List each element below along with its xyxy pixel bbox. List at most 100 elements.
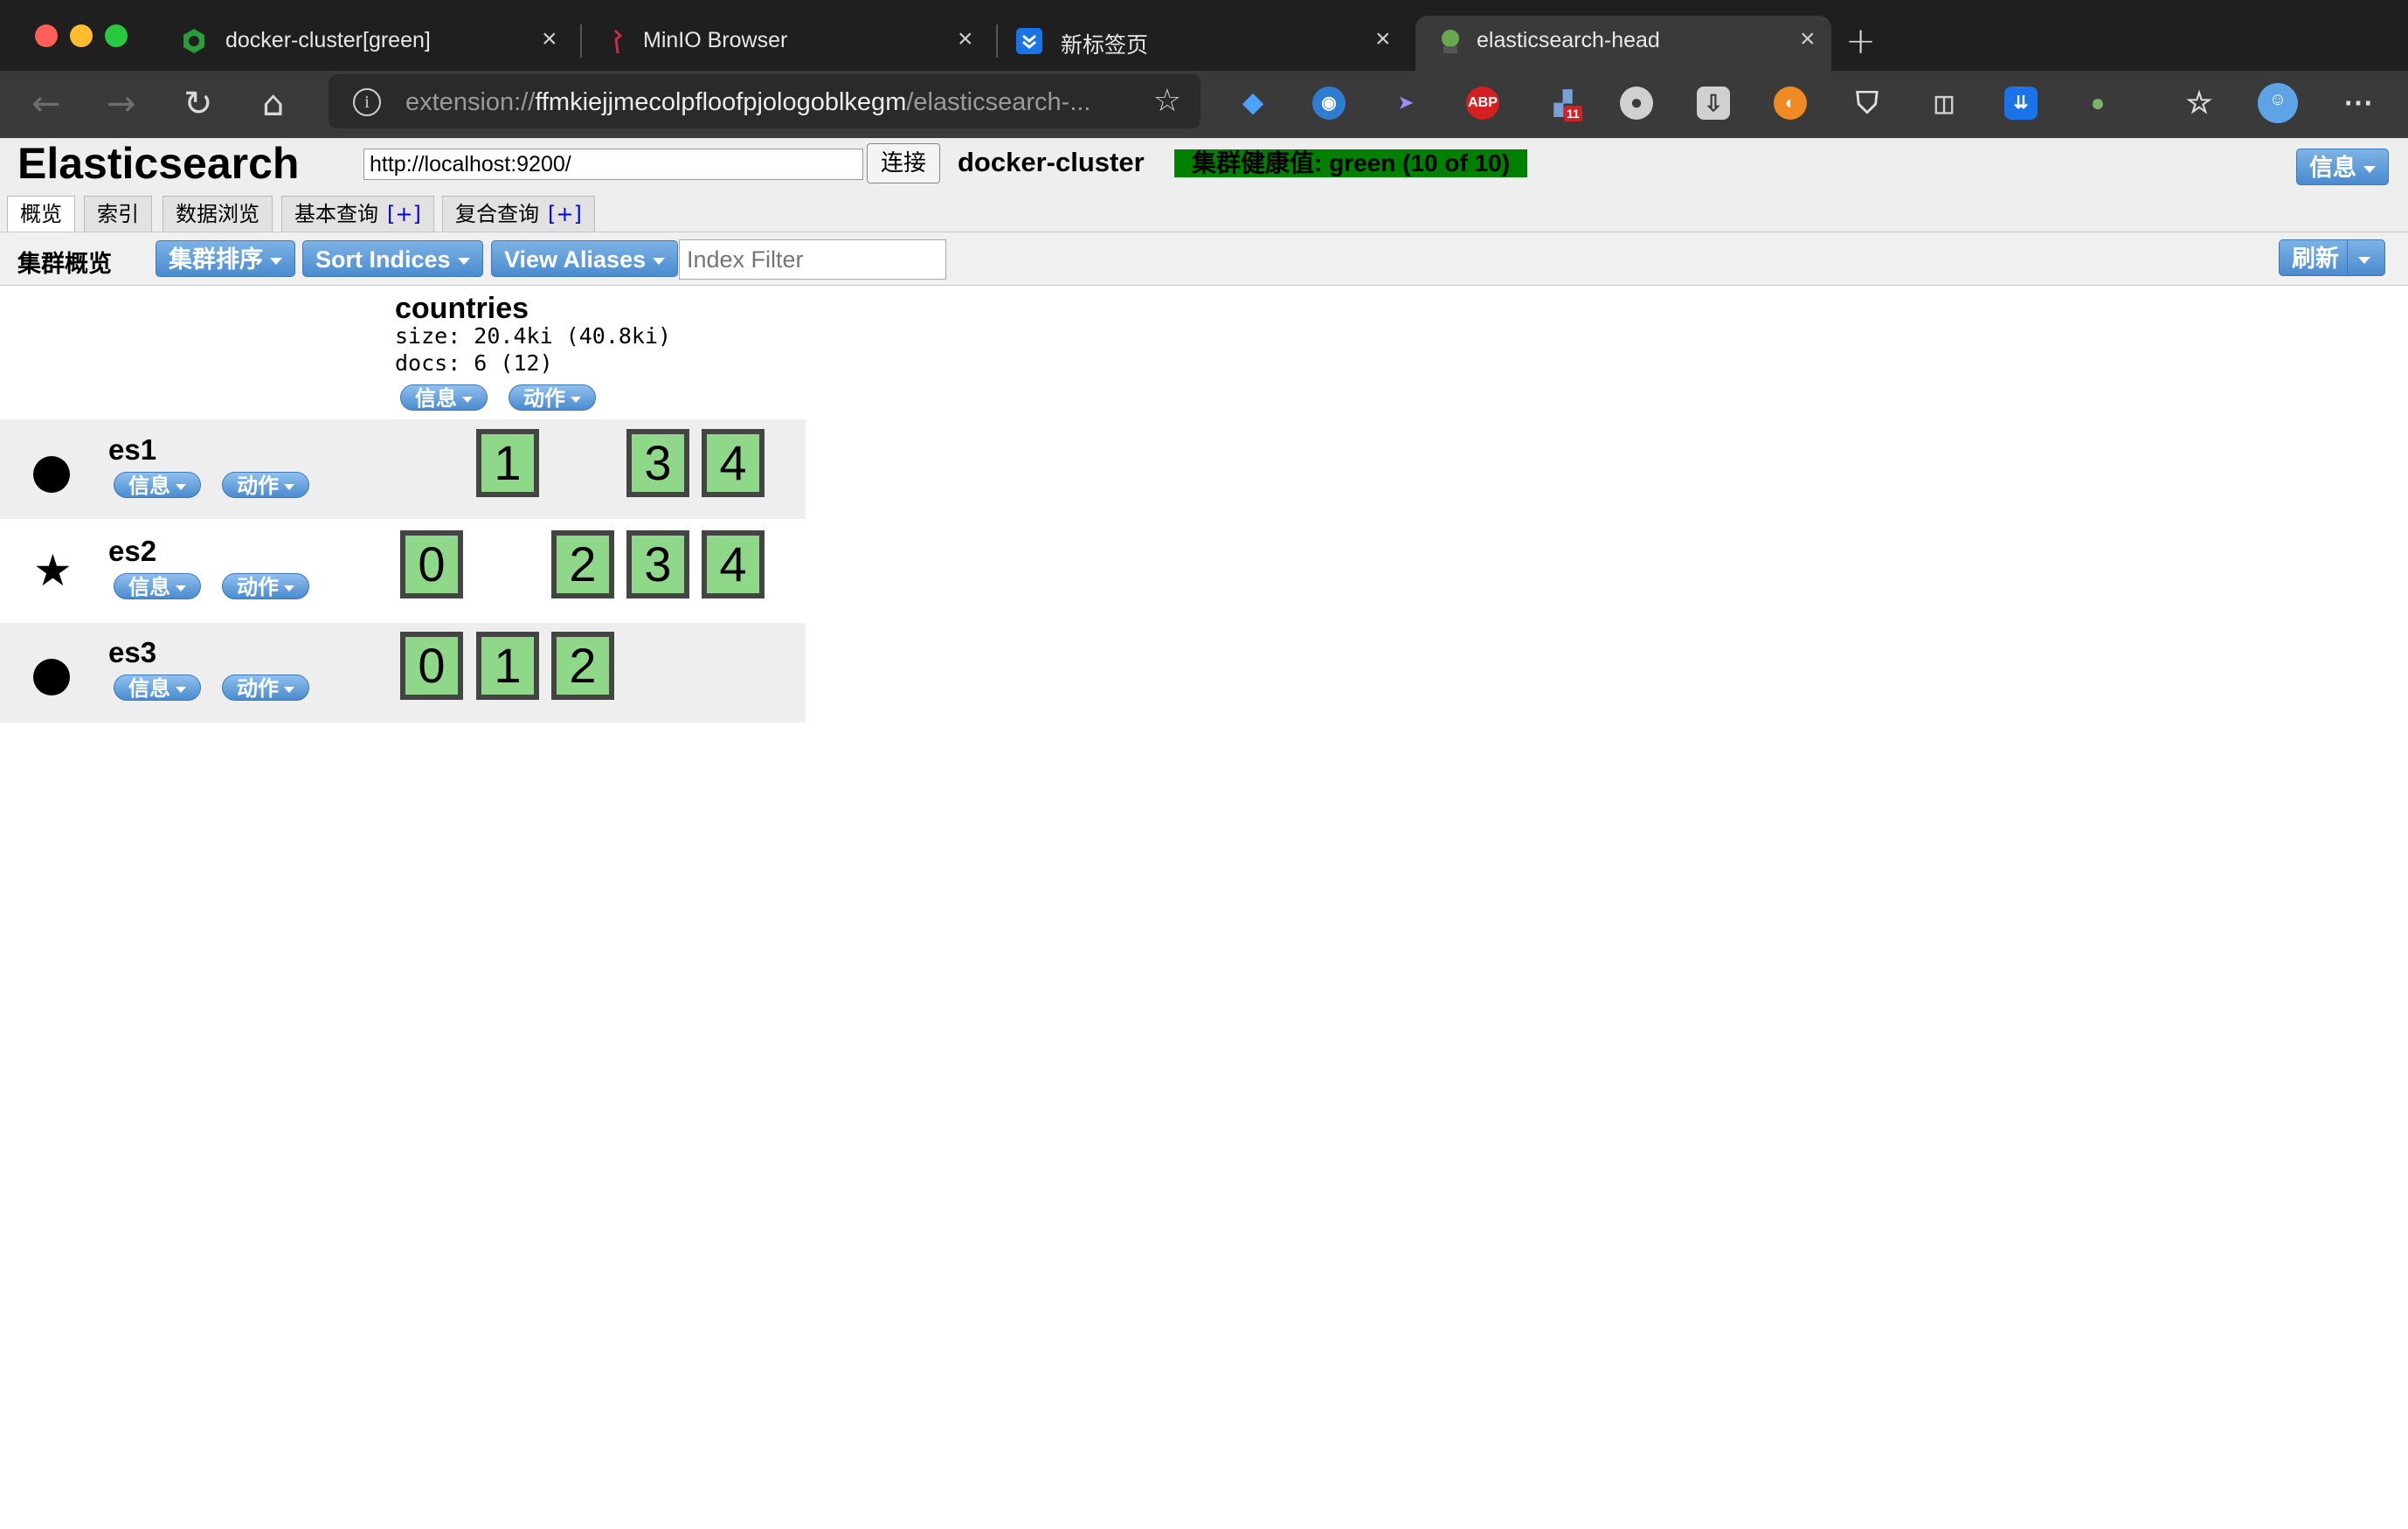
tab-browser[interactable]: 数据浏览 <box>163 196 273 232</box>
bookmark-extension-icon[interactable]: ⛉ <box>1851 86 1884 120</box>
shard-box[interactable]: 1 <box>476 632 539 700</box>
index-name[interactable]: countries <box>395 292 529 326</box>
node-actions-button[interactable]: 动作 <box>222 472 309 498</box>
tab-label: 概览 <box>20 202 62 226</box>
node-name[interactable]: es2 <box>108 535 156 568</box>
tab-title: elasticsearch-head <box>1477 28 1660 52</box>
more-menu-icon[interactable]: ⋯ <box>2342 86 2375 120</box>
site-info-icon[interactable]: i <box>353 88 381 116</box>
elasticsearch-head-favicon-icon <box>1436 27 1464 55</box>
shard-box[interactable]: 3 <box>626 429 689 497</box>
shard-box[interactable]: 3 <box>626 530 689 598</box>
window-close-button[interactable] <box>35 24 58 47</box>
index-size: size: 20.4ki (40.8ki) <box>395 323 672 349</box>
reload-icon[interactable]: ↻ <box>183 83 213 125</box>
adblock-extension-icon[interactable]: ABP <box>1466 86 1499 120</box>
chevron-down-icon <box>457 257 470 265</box>
cursor-extension-icon[interactable]: ➤ <box>1389 86 1422 120</box>
shard-box[interactable]: 4 <box>702 530 765 598</box>
tab-basic-query[interactable]: 基本查询 [+] <box>281 196 434 232</box>
shard-box[interactable]: 0 <box>400 530 463 598</box>
fox-extension-icon[interactable]: ◐ <box>1774 86 1807 120</box>
shard-box[interactable]: 0 <box>400 632 463 700</box>
window-zoom-button[interactable] <box>105 24 128 47</box>
home-icon[interactable]: ⌂ <box>262 83 284 125</box>
view-aliases-button[interactable]: View Aliases <box>491 240 679 277</box>
chevron-down-icon <box>2358 256 2370 264</box>
node-status-dot-icon <box>33 659 70 695</box>
browser-tab-elasticsearch-head[interactable]: elasticsearch-head × <box>1415 16 1831 71</box>
node-name[interactable]: es1 <box>108 433 156 467</box>
shard-box[interactable]: 2 <box>551 632 614 700</box>
tab-label: 复合查询 <box>455 202 539 226</box>
circle-extension-icon[interactable]: ● <box>1620 86 1653 120</box>
chevron-down-icon <box>176 585 186 592</box>
app-header: Elasticsearch 连接 docker-cluster 集群健康值: g… <box>0 138 2408 233</box>
tab-indices[interactable]: 索引 <box>84 196 152 232</box>
globe-extension-icon[interactable]: ◉ <box>1312 86 1346 120</box>
node-name[interactable]: es3 <box>108 636 156 669</box>
add-structured-query-button[interactable]: [+] <box>548 202 582 226</box>
new-tab-plus-icon[interactable]: + <box>1845 19 1876 62</box>
connect-url-input[interactable] <box>363 149 863 180</box>
node-actions-button[interactable]: 动作 <box>222 675 309 701</box>
favorites-icon[interactable]: ☆ <box>2183 86 2216 120</box>
tab-overview[interactable]: 概览 <box>7 196 75 233</box>
index-actions-button[interactable]: 动作 <box>509 384 596 411</box>
sort-indices-button[interactable]: Sort Indices <box>302 240 483 277</box>
tab-separator <box>580 24 582 58</box>
master-node-star-icon: ★ <box>33 545 73 596</box>
node-actions-label: 动作 <box>237 474 279 498</box>
node-info-button[interactable]: 信息 <box>114 573 201 599</box>
chevron-down-icon <box>653 257 666 265</box>
close-icon[interactable]: × <box>542 24 557 54</box>
forward-arrow-icon[interactable]: → <box>107 83 136 125</box>
index-docs: docs: 6 (12) <box>395 350 553 376</box>
sort-cluster-label: 集群排序 <box>169 246 263 273</box>
chevron-down-icon <box>284 585 294 592</box>
address-bar[interactable]: i extension://ffmkiejjmecolpfloofpjologo… <box>329 74 1201 128</box>
bookmark-star-icon[interactable]: ☆ <box>1153 83 1181 119</box>
window-minimize-button[interactable] <box>70 24 93 47</box>
node-info-label: 信息 <box>128 474 170 498</box>
connect-button[interactable]: 连接 <box>867 143 940 183</box>
reader-extension-icon[interactable]: ◫ <box>1927 86 1961 120</box>
profile-avatar[interactable]: ☺ <box>2258 83 2298 123</box>
add-basic-query-button[interactable]: [+] <box>387 202 421 226</box>
node-info-button[interactable]: 信息 <box>114 675 201 701</box>
shard-box[interactable]: 1 <box>476 429 539 497</box>
info-menu-button[interactable]: 信息 <box>2296 149 2389 185</box>
sort-indices-label: Sort Indices <box>315 246 451 273</box>
view-aliases-label: View Aliases <box>504 246 647 273</box>
tab-title: 新标签页 <box>1061 33 1149 58</box>
tab-title: MinIO Browser <box>643 28 788 52</box>
browser-toolbar: ← → ↻ ⌂ i extension://ffmkiejjmecolpfloo… <box>0 71 2408 138</box>
close-icon[interactable]: × <box>1800 24 1816 54</box>
sort-cluster-button[interactable]: 集群排序 <box>156 240 295 277</box>
node-info-button[interactable]: 信息 <box>114 472 201 498</box>
tab-structured-query[interactable]: 复合查询 [+] <box>442 196 595 232</box>
download-extension-icon[interactable]: ⇩ <box>1697 86 1730 120</box>
back-arrow-icon[interactable]: ← <box>31 83 61 125</box>
docs-extension-icon[interactable]: ⇊ <box>2004 86 2038 120</box>
index-filter-input[interactable] <box>679 239 946 280</box>
shard-box[interactable]: 4 <box>702 429 765 497</box>
browser-tab-docker-cluster[interactable]: docker-cluster[green] × <box>171 16 564 71</box>
node-actions-label: 动作 <box>237 676 279 701</box>
browser-tab-minio[interactable]: MinIO Browser × <box>594 16 979 71</box>
gem-extension-icon[interactable]: ◆ <box>1236 86 1270 120</box>
address-url[interactable]: extension://ffmkiejjmecolpfloofpjologobl… <box>405 88 1091 117</box>
index-info-button[interactable]: 信息 <box>400 384 488 411</box>
refresh-options-button[interactable] <box>2347 239 2385 276</box>
refresh-button[interactable]: 刷新 <box>2279 239 2352 276</box>
shard-box[interactable]: 2 <box>551 530 614 598</box>
url-host: ffmkiejjmecolpfloofpjologoblkegm <box>535 88 907 116</box>
apps-extension-icon[interactable]: ▞ 11 <box>1547 86 1582 121</box>
browser-tab-new-tab[interactable]: 新标签页 × <box>1012 16 1396 71</box>
node-actions-button[interactable]: 动作 <box>222 573 309 599</box>
close-icon[interactable]: × <box>1375 24 1391 54</box>
chevron-down-icon <box>270 257 282 265</box>
chevron-down-icon <box>462 396 473 403</box>
close-icon[interactable]: × <box>958 24 973 54</box>
elasticsearch-head-extension-icon[interactable]: ● <box>2081 86 2114 120</box>
